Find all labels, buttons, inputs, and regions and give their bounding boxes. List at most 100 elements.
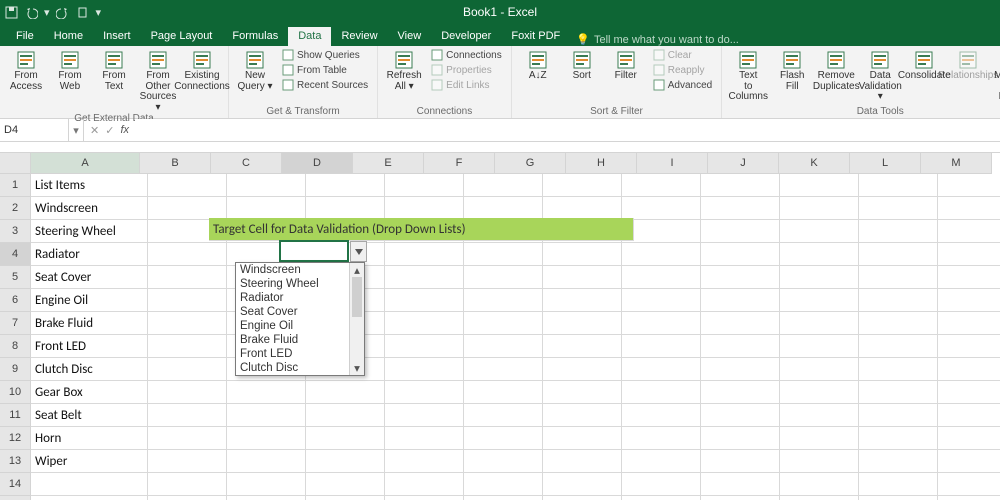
cell-G15[interactable] [543,496,622,500]
row-header-6[interactable]: 6 [0,289,31,312]
cell-I8[interactable] [701,335,780,358]
edit-links-button[interactable]: Edit Links [428,78,505,92]
tab-file[interactable]: File [6,27,44,46]
column-header-E[interactable]: E [353,153,424,174]
cell-F12[interactable] [464,427,543,450]
cell-J7[interactable] [780,312,859,335]
cell-J1[interactable] [780,174,859,197]
cell-I3[interactable] [701,220,780,243]
cell-G9[interactable] [543,358,622,381]
cell-A9[interactable]: Clutch Disc [31,358,148,381]
cell-E6[interactable] [385,289,464,312]
cell-E10[interactable] [385,381,464,404]
cell-I15[interactable] [701,496,780,500]
cell-I5[interactable] [701,266,780,289]
row-header-2[interactable]: 2 [0,197,31,220]
cell-A1[interactable]: List Items [31,174,148,197]
cell-A3[interactable]: Steering Wheel [31,220,148,243]
row-header-15[interactable]: 15 [0,496,31,500]
cell-L14[interactable] [938,473,1000,496]
cell-K7[interactable] [859,312,938,335]
cell-J11[interactable] [780,404,859,427]
cell-B13[interactable] [148,450,227,473]
cell-J12[interactable] [780,427,859,450]
cell-B7[interactable] [148,312,227,335]
undo-icon[interactable] [24,5,38,19]
cell-J14[interactable] [780,473,859,496]
data-validation-button[interactable]: DataValidation ▾ [860,48,900,103]
dropdown-option[interactable]: Clutch Disc [236,361,364,375]
flash-fill-button[interactable]: FlashFill [772,48,812,92]
cell-I9[interactable] [701,358,780,381]
touch-mode-icon[interactable] [76,5,90,19]
cell-H15[interactable] [622,496,701,500]
tab-insert[interactable]: Insert [93,27,141,46]
cell-E7[interactable] [385,312,464,335]
row-header-9[interactable]: 9 [0,358,31,381]
cell-L7[interactable] [938,312,1000,335]
cell-J15[interactable] [780,496,859,500]
select-all-corner[interactable] [0,153,31,174]
active-cell-d4[interactable] [279,240,349,262]
cell-G6[interactable] [543,289,622,312]
cell-J9[interactable] [780,358,859,381]
cell-B11[interactable] [148,404,227,427]
row-header-7[interactable]: 7 [0,312,31,335]
cell-H2[interactable] [622,197,701,220]
cell-G2[interactable] [543,197,622,220]
cell-B10[interactable] [148,381,227,404]
column-header-F[interactable]: F [424,153,495,174]
cell-K1[interactable] [859,174,938,197]
dropdown-option[interactable]: Seat Cover [236,305,364,319]
from-other-sources-button[interactable]: FromOther Sources ▾ [138,48,178,113]
column-header-M[interactable]: M [921,153,992,174]
dropdown-button[interactable] [350,241,367,262]
cell-J5[interactable] [780,266,859,289]
cell-I2[interactable] [701,197,780,220]
cell-H10[interactable] [622,381,701,404]
from-web-button[interactable]: FromWeb [50,48,90,92]
column-header-L[interactable]: L [850,153,921,174]
cell-H14[interactable] [622,473,701,496]
dropdown-option[interactable]: Engine Oil [236,319,364,333]
column-header-D[interactable]: D [282,153,353,174]
tab-foxit-pdf[interactable]: Foxit PDF [501,27,570,46]
tab-page-layout[interactable]: Page Layout [141,27,223,46]
row-header-14[interactable]: 14 [0,473,31,496]
cell-A11[interactable]: Seat Belt [31,404,148,427]
column-header-J[interactable]: J [708,153,779,174]
cell-H8[interactable] [622,335,701,358]
tab-developer[interactable]: Developer [431,27,501,46]
cell-B12[interactable] [148,427,227,450]
cell-A7[interactable]: Brake Fluid [31,312,148,335]
cell-F2[interactable] [464,197,543,220]
show-queries-button[interactable]: Show Queries [279,48,371,62]
cell-F15[interactable] [464,496,543,500]
cell-F13[interactable] [464,450,543,473]
cell-B4[interactable] [148,243,227,266]
cell-D2[interactable] [306,197,385,220]
cell-F5[interactable] [464,266,543,289]
cell-B15[interactable] [148,496,227,500]
cell-K6[interactable] [859,289,938,312]
cell-E11[interactable] [385,404,464,427]
cell-L10[interactable] [938,381,1000,404]
cell-J3[interactable] [780,220,859,243]
relationships-button[interactable]: Relationships [948,48,988,82]
existing-connections-button[interactable]: ExistingConnections [182,48,222,92]
row-header-5[interactable]: 5 [0,266,31,289]
cell-L15[interactable] [938,496,1000,500]
filter-button[interactable]: Filter [606,48,646,82]
dropdown-option[interactable]: Brake Fluid [236,333,364,347]
cell-K12[interactable] [859,427,938,450]
cell-B14[interactable] [148,473,227,496]
cell-A5[interactable]: Seat Cover [31,266,148,289]
clear-button[interactable]: Clear [650,48,715,62]
cell-B6[interactable] [148,289,227,312]
text-to-columns-button[interactable]: Textto Columns [728,48,768,103]
cell-K11[interactable] [859,404,938,427]
tab-view[interactable]: View [388,27,432,46]
cell-E15[interactable] [385,496,464,500]
cell-K14[interactable] [859,473,938,496]
recent-sources-button[interactable]: Recent Sources [279,78,371,92]
